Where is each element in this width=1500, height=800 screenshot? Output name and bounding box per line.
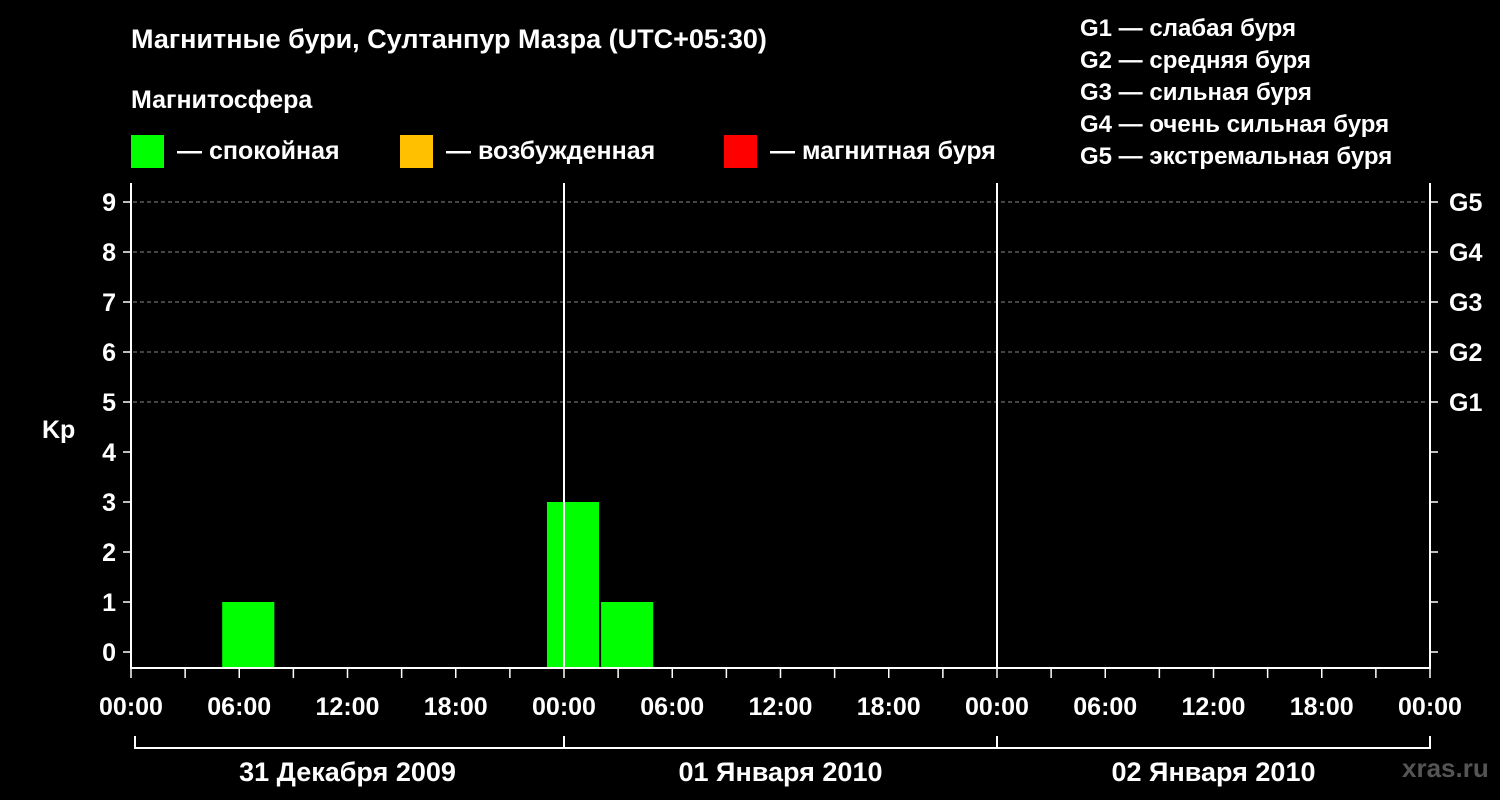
- x-tick-label-7: 18:00: [857, 693, 921, 721]
- day-label-0: 31 Декабря 2009: [239, 757, 456, 787]
- x-tick-label-8: 00:00: [965, 693, 1029, 721]
- right-axis-label-g1: G1: [1449, 389, 1482, 417]
- x-tick-label-9: 06:00: [1073, 693, 1137, 721]
- y-tick-label-6: 6: [102, 339, 116, 367]
- y-tick-label-4: 4: [102, 439, 116, 467]
- x-tick-label-12: 00:00: [1398, 693, 1462, 721]
- y-tick-label-8: 8: [102, 239, 116, 267]
- kp-chart: 0 1 2 3 4 5 6 7 8 9 G1 G2 G3 G4 G5 Kp 00:00 06:00 12:00 18:…: [42, 183, 1482, 787]
- x-tick-label-6: 12:00: [749, 693, 813, 721]
- y-tick-label-7: 7: [102, 289, 116, 317]
- x-tick-label-3: 18:00: [424, 693, 488, 721]
- x-tick-label-5: 06:00: [640, 693, 704, 721]
- y-tick-label-3: 3: [102, 489, 116, 517]
- x-tick-label-11: 18:00: [1290, 693, 1354, 721]
- x-tick-label-1: 06:00: [207, 693, 271, 721]
- kp-bar-2: [601, 602, 654, 668]
- site-watermark: xras.ru: [1402, 753, 1489, 783]
- x-tick-label-2: 12:00: [316, 693, 380, 721]
- right-axis-label-g2: G2: [1449, 339, 1482, 367]
- y-tick-label-5: 5: [102, 389, 116, 417]
- y-tick-label-9: 9: [102, 189, 116, 217]
- y-tick-label-1: 1: [102, 589, 116, 617]
- right-axis-label-g5: G5: [1449, 189, 1482, 217]
- kp-bar-1: [546, 502, 600, 668]
- y-axis-label: Kp: [42, 416, 75, 444]
- x-tick-label-0: 00:00: [99, 693, 163, 721]
- right-axis-label-g4: G4: [1449, 239, 1482, 267]
- day-label-1: 01 Января 2010: [679, 757, 883, 787]
- x-tick-label-10: 12:00: [1182, 693, 1246, 721]
- kp-bar-0: [222, 602, 275, 668]
- right-axis-label-g3: G3: [1449, 289, 1482, 317]
- x-tick-label-4: 00:00: [532, 693, 596, 721]
- y-tick-label-2: 2: [102, 539, 116, 567]
- y-tick-label-0: 0: [102, 639, 116, 667]
- day-label-2: 02 Января 2010: [1112, 757, 1316, 787]
